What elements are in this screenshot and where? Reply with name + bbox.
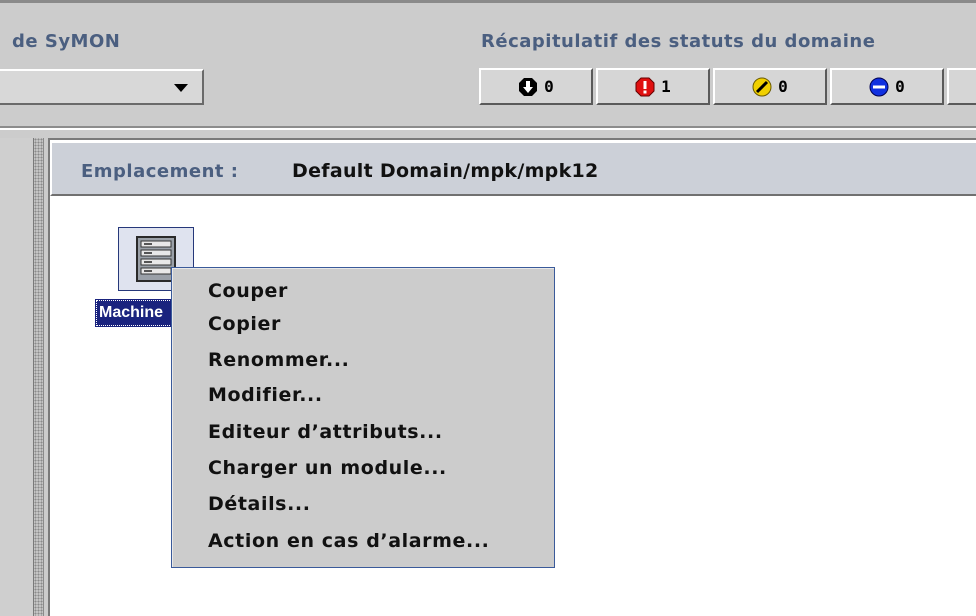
location-bar: Emplacement : Default Domain/mpk/mpk12 — [50, 141, 976, 196]
menu-item-rename[interactable]: Renommer... — [208, 349, 350, 371]
status-warning-count: 0 — [778, 77, 788, 96]
panel-splitter[interactable] — [34, 138, 44, 616]
location-path: Default Domain/mpk/mpk12 — [292, 160, 599, 182]
status-critical-button[interactable]: 1 — [596, 68, 710, 105]
menu-item-details[interactable]: Détails... — [208, 493, 311, 515]
status-warning-button[interactable]: 0 — [713, 68, 827, 105]
status-info-count: 0 — [895, 77, 905, 96]
warning-alarm-icon — [752, 77, 772, 96]
toolbar-divider-highlight — [0, 128, 976, 130]
context-menu: Couper Copier Renommer... Modifier... Ed… — [171, 267, 555, 568]
host-node-label[interactable]: Machine — [95, 299, 175, 327]
menu-item-alarm-action[interactable]: Action en cas d’alarme... — [208, 530, 489, 552]
status-critical-count: 1 — [661, 77, 671, 96]
status-down-button[interactable]: 0 — [479, 68, 593, 105]
menu-item-load-module[interactable]: Charger un module... — [208, 457, 447, 479]
status-info-button[interactable]: 0 — [830, 68, 944, 105]
menu-item-modify[interactable]: Modifier... — [208, 384, 323, 406]
menu-item-copy[interactable]: Copier — [208, 313, 281, 335]
domain-selector[interactable] — [0, 69, 204, 105]
status-down-count: 0 — [544, 77, 554, 96]
window-top-border — [0, 0, 976, 3]
menu-item-attribute-editor[interactable]: Editeur d’attributs... — [208, 421, 443, 443]
chevron-down-icon[interactable] — [174, 84, 188, 92]
console-title: de SyMON — [12, 31, 121, 52]
status-summary-title: Récapitulatif des statuts du domaine — [481, 31, 876, 52]
info-alarm-icon — [869, 77, 889, 96]
status-more-button[interactable] — [947, 68, 976, 105]
critical-alarm-icon — [635, 77, 655, 96]
hierarchy-panel[interactable] — [0, 138, 34, 616]
menu-item-cut[interactable]: Couper — [208, 280, 288, 302]
location-label: Emplacement : — [81, 161, 239, 182]
down-arrow-icon — [519, 77, 538, 96]
